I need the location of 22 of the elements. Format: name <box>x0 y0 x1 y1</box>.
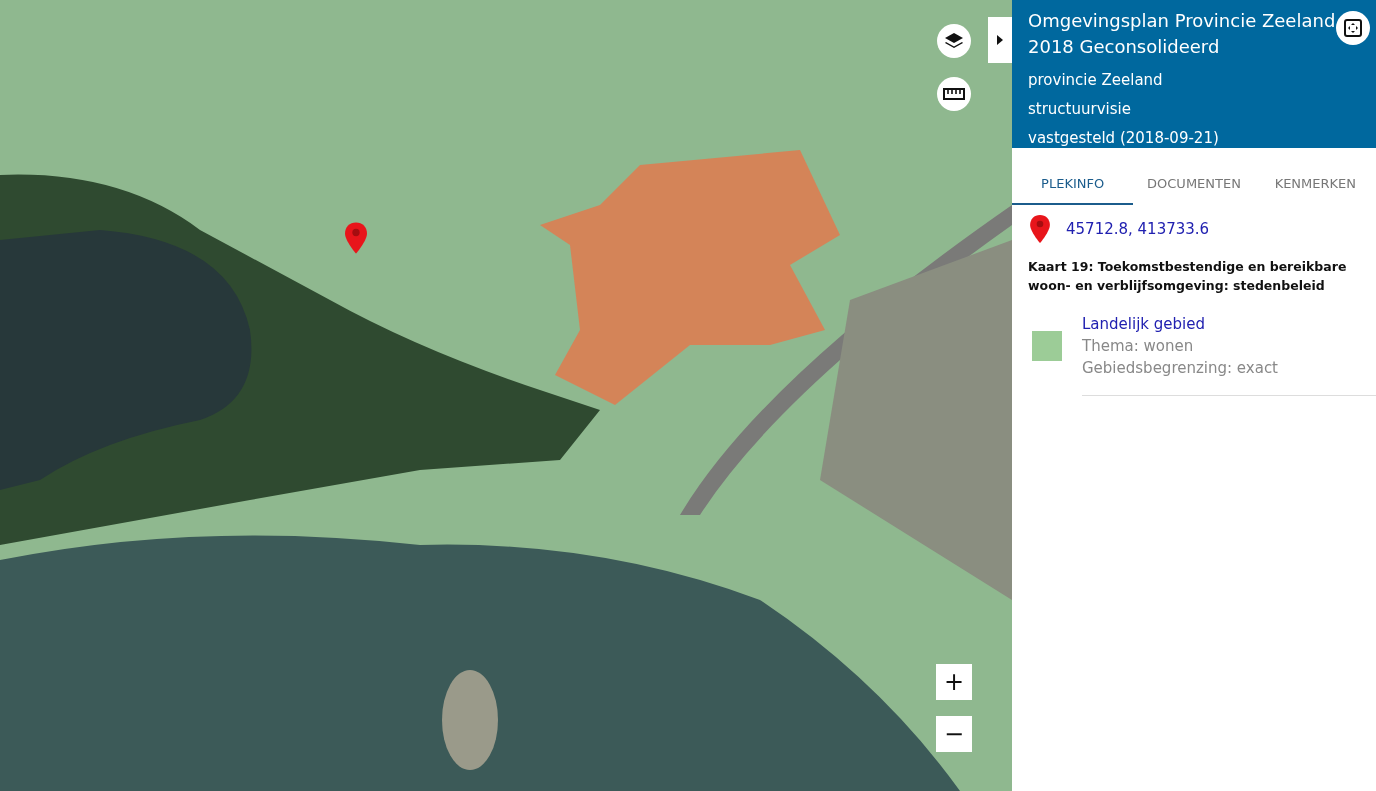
coordinates-link[interactable]: 45712.8, 413733.6 <box>1066 220 1210 238</box>
plan-status: vastgesteld (2018-09-21) <box>1028 128 1220 149</box>
tab[interactable]: PLEKINFO <box>1012 168 1134 205</box>
plan-owner: provincie Zeeland <box>1028 70 1164 91</box>
tab[interactable]: DOCUMENTEN <box>1133 168 1255 205</box>
map-pin-icon[interactable] <box>345 222 367 254</box>
map-title: Kaart 19: Toekomstbestendige en bereikbare woon- en verblijfsomgeving: stedenbeleid <box>1027 258 1348 295</box>
plan-type: structuurvisie <box>1028 99 1132 120</box>
legend-theme: Thema: wonen <box>1082 336 1195 357</box>
location-pin-icon <box>1030 215 1050 243</box>
zoom-out-button[interactable]: − <box>936 716 972 752</box>
plan-title: Omgevingsplan Provincie Zeeland 2018 Geconsolideerd <box>1028 9 1337 59</box>
layers-icon <box>944 31 964 51</box>
expand-icon <box>1343 18 1363 38</box>
collapse-panel-button[interactable] <box>988 17 1012 63</box>
ruler-icon <box>943 88 965 100</box>
fullscreen-button[interactable] <box>1336 11 1370 45</box>
zoom-in-button[interactable]: + <box>936 664 972 700</box>
legend-link[interactable]: Landelijk gebied <box>1082 313 1278 335</box>
caret-icon <box>997 35 1003 45</box>
tab[interactable]: KENMERKEN <box>1254 168 1376 205</box>
legend-boundary: Gebiedsbegrenzing: exact <box>1082 358 1278 379</box>
